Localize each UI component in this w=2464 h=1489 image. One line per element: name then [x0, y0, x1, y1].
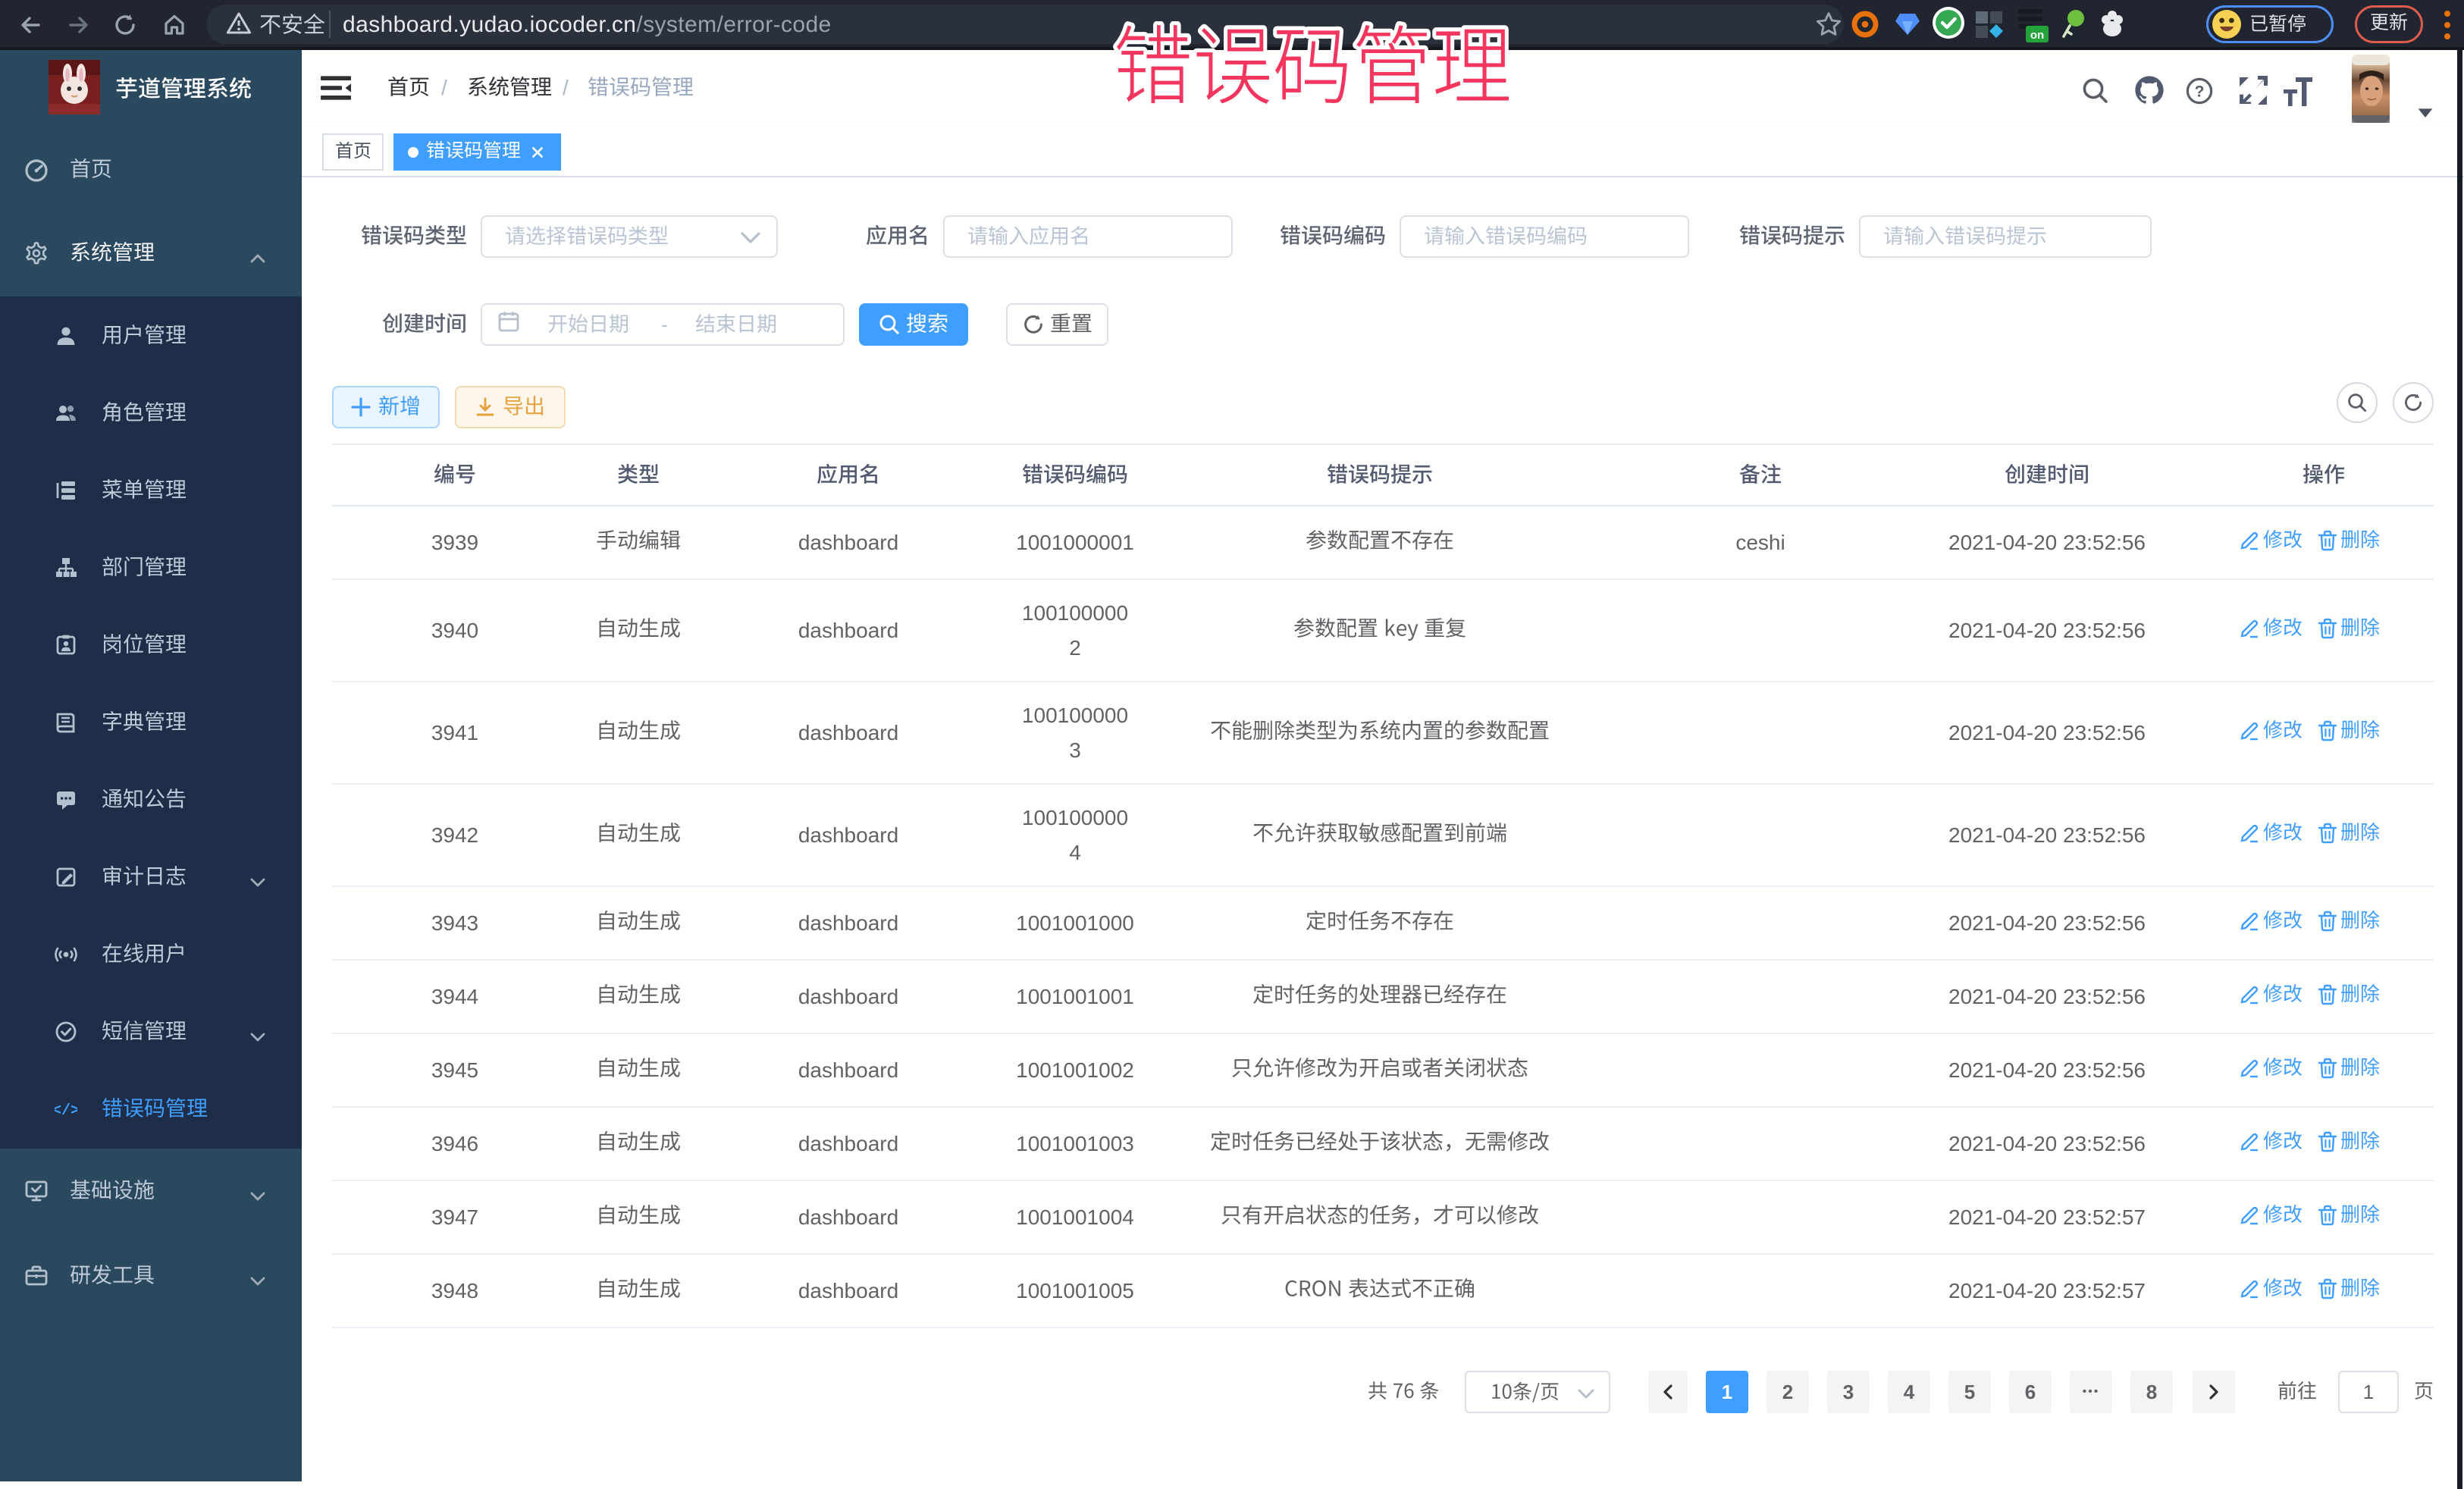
svg-text:?: ?	[2195, 83, 2205, 101]
svg-text:on: on	[2030, 29, 2044, 42]
svg-text:</>: </>	[55, 1102, 77, 1120]
